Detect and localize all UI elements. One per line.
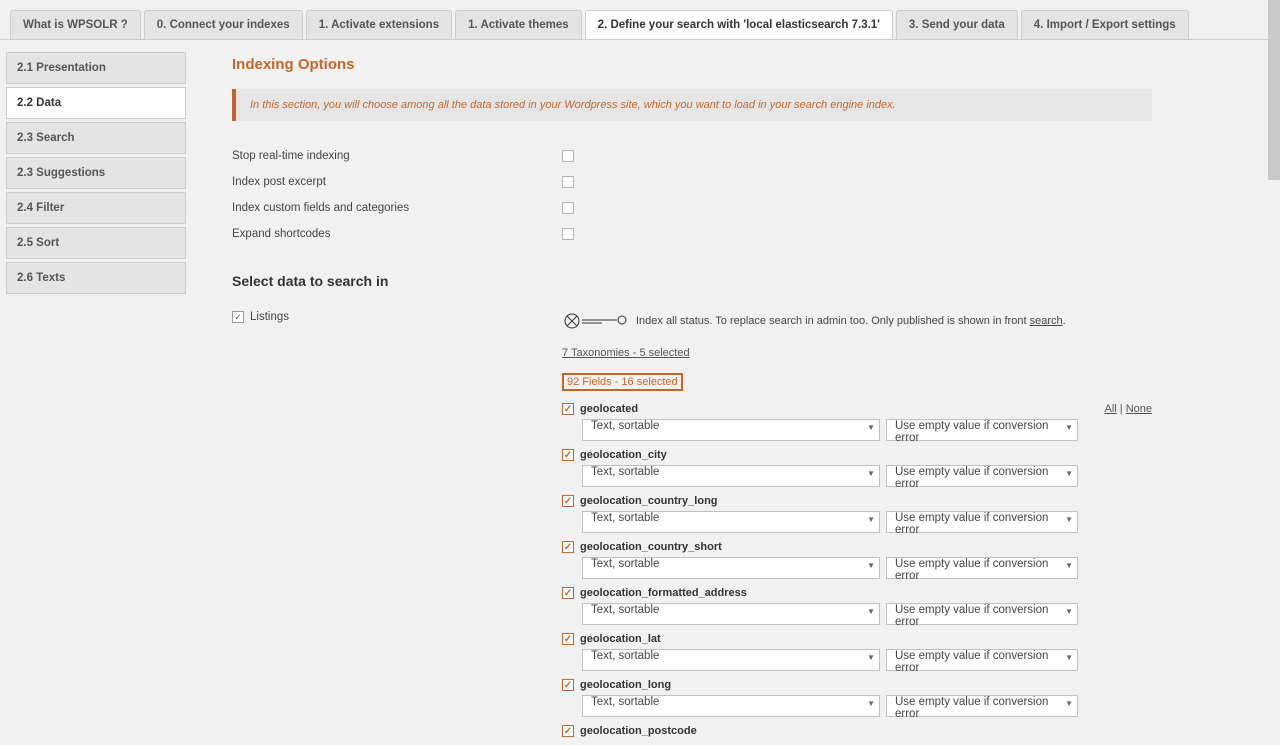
field-row: geolocation_country_long Text, sortable Us… <box>562 495 1152 533</box>
sidebar-item-search[interactable]: 2.3 Search <box>6 122 186 154</box>
sidebar-item-sort[interactable]: 2.5 Sort <box>6 227 186 259</box>
top-tabs: What is WPSOLR ? 0. Connect your indexes… <box>0 0 1280 40</box>
label-index-excerpt: Index post excerpt <box>232 176 562 188</box>
tab-import-export[interactable]: 4. Import / Export settings <box>1021 10 1189 39</box>
index-status-note: Index all status. To replace search in a… <box>636 315 1066 327</box>
conversion-error-select[interactable]: Use empty value if conversion error <box>886 603 1078 625</box>
field-name-label: geolocation_postcode <box>580 725 697 737</box>
label-stop-indexing: Stop real-time indexing <box>232 150 562 162</box>
label-listings: Listings <box>250 311 289 323</box>
tab-connect[interactable]: 0. Connect your indexes <box>144 10 303 39</box>
field-row: geolocation_formatted_address Text, sorta… <box>562 587 1152 625</box>
conversion-error-select[interactable]: Use empty value if conversion error <box>886 557 1078 579</box>
field-checkbox[interactable] <box>562 725 574 737</box>
checkbox-index-excerpt[interactable] <box>562 176 574 188</box>
field-type-select[interactable]: Text, sortable <box>582 511 880 533</box>
field-type-select[interactable]: Text, sortable <box>582 465 880 487</box>
taxonomies-link[interactable]: 7 Taxonomies - 5 selected <box>562 347 690 359</box>
sidebar-item-texts[interactable]: 2.6 Texts <box>6 262 186 294</box>
field-name-label: geolocation_country_long <box>580 495 718 507</box>
fields-link[interactable]: 92 Fields - 16 selected <box>562 373 683 391</box>
sidebar-item-filter[interactable]: 2.4 Filter <box>6 192 186 224</box>
conversion-error-select[interactable]: Use empty value if conversion error <box>886 649 1078 671</box>
side-nav: 2.1 Presentation 2.2 Data 2.3 Search 2.3… <box>6 52 186 297</box>
conversion-error-select[interactable]: Use empty value if conversion error <box>886 419 1078 441</box>
field-name-label: geolocation_lat <box>580 633 661 645</box>
none-link[interactable]: None <box>1126 403 1152 415</box>
field-checkbox[interactable] <box>562 541 574 553</box>
field-type-select[interactable]: Text, sortable <box>582 557 880 579</box>
all-none-controls: All | None <box>1104 403 1152 415</box>
tab-extensions[interactable]: 1. Activate extensions <box>306 10 452 39</box>
field-checkbox[interactable] <box>562 495 574 507</box>
tab-what-is[interactable]: What is WPSOLR ? <box>10 10 141 39</box>
conversion-error-select[interactable]: Use empty value if conversion error <box>886 695 1078 717</box>
checkbox-stop-indexing[interactable] <box>562 150 574 162</box>
sidebar-item-presentation[interactable]: 2.1 Presentation <box>6 52 186 84</box>
conversion-error-select[interactable]: Use empty value if conversion error <box>886 465 1078 487</box>
search-link[interactable]: search <box>1030 315 1063 327</box>
checkbox-index-custom[interactable] <box>562 202 574 214</box>
all-link[interactable]: All <box>1104 403 1116 415</box>
field-row: geolocation_city Text, sortable Use empty … <box>562 449 1152 487</box>
notice-section: In this section, you will choose among a… <box>232 89 1152 121</box>
toggle-off-icon[interactable] <box>562 311 632 331</box>
field-row: geolocation_long Text, sortable Use empty … <box>562 679 1152 717</box>
field-name-label: geolocation_city <box>580 449 667 461</box>
vertical-scrollbar[interactable] <box>1268 0 1280 180</box>
label-expand-shortcodes: Expand shortcodes <box>232 228 562 240</box>
field-row: geolocated All | None Text, sortable Use em… <box>562 403 1152 441</box>
tab-send-data[interactable]: 3. Send your data <box>896 10 1018 39</box>
field-checkbox[interactable] <box>562 633 574 645</box>
field-name-label: geolocation_country_short <box>580 541 722 553</box>
label-index-custom: Index custom fields and categories <box>232 202 562 214</box>
tab-themes[interactable]: 1. Activate themes <box>455 10 582 39</box>
checkbox-listings[interactable] <box>232 311 244 323</box>
field-row: geolocation_postcode <box>562 725 1152 737</box>
section-title: Select data to search in <box>232 273 1156 289</box>
field-checkbox[interactable] <box>562 403 574 415</box>
field-checkbox[interactable] <box>562 679 574 691</box>
sidebar-item-data[interactable]: 2.2 Data <box>6 87 186 119</box>
field-name-label: geolocation_formatted_address <box>580 587 747 599</box>
field-checkbox[interactable] <box>562 587 574 599</box>
field-checkbox[interactable] <box>562 449 574 461</box>
field-name-label: geolocation_long <box>580 679 671 691</box>
field-type-select[interactable]: Text, sortable <box>582 649 880 671</box>
field-row: geolocation_country_short Text, sortable U… <box>562 541 1152 579</box>
field-type-select[interactable]: Text, sortable <box>582 603 880 625</box>
field-row: geolocation_lat Text, sortable Use empty v… <box>562 633 1152 671</box>
field-type-select[interactable]: Text, sortable <box>582 695 880 717</box>
field-name-label: geolocated <box>580 403 638 415</box>
field-type-select[interactable]: Text, sortable <box>582 419 880 441</box>
tab-define-search[interactable]: 2. Define your search with 'local elasti… <box>585 10 893 39</box>
page-title: Indexing Options <box>232 56 1156 73</box>
sidebar-item-suggestions[interactable]: 2.3 Suggestions <box>6 157 186 189</box>
checkbox-expand-shortcodes[interactable] <box>562 228 574 240</box>
conversion-error-select[interactable]: Use empty value if conversion error <box>886 511 1078 533</box>
